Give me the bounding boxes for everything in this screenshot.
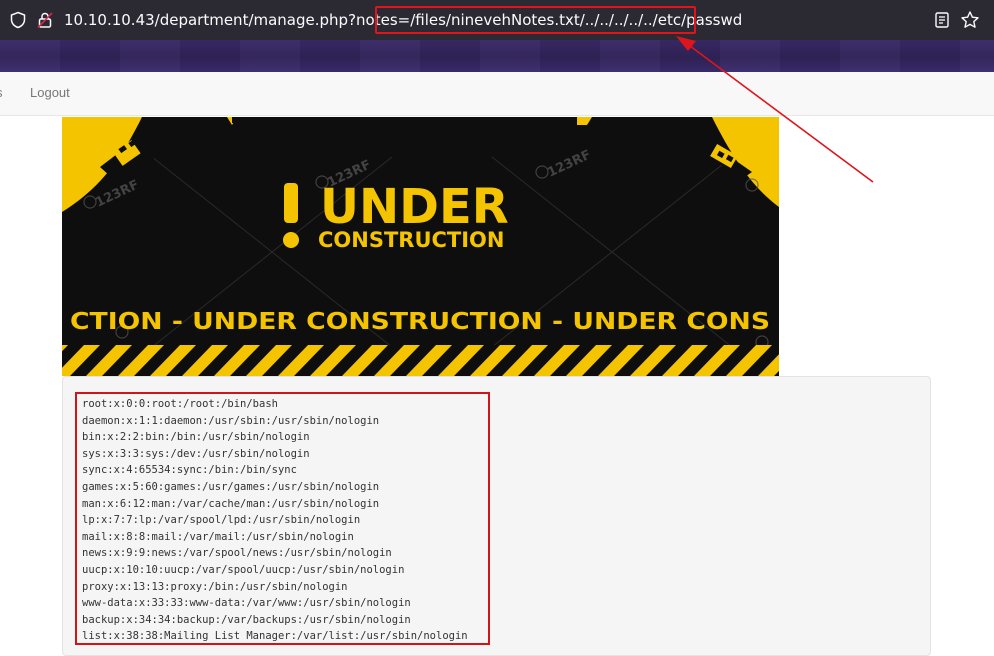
- passwd-line: sys:x:3:3:sys:/dev:/usr/sbin/nologin: [82, 447, 310, 460]
- passwd-line: proxy:x:13:13:proxy:/bin:/usr/sbin/nolog…: [82, 580, 348, 593]
- passwd-output: root:x:0:0:root:/root:/bin/bash daemon:x:…: [75, 392, 490, 645]
- passwd-line: mail:x:8:8:mail:/var/mail:/usr/sbin/nolo…: [82, 530, 354, 543]
- passwd-line: sync:x:4:65534:sync:/bin:/bin/sync: [82, 464, 297, 477]
- passwd-line: bin:x:2:2:bin:/bin:/usr/sbin/nologin: [82, 431, 310, 444]
- logout-link[interactable]: Logout: [30, 85, 70, 100]
- passwd-line: man:x:6:12:man:/var/cache/man:/usr/sbin/…: [82, 497, 380, 510]
- nav-item-fragment[interactable]: s: [0, 85, 3, 100]
- url-host: 10.10.10.43/department/manage.php?notes=: [64, 11, 411, 29]
- passwd-line: uucp:x:10:10:uucp:/var/spool/uucp:/usr/s…: [82, 563, 405, 576]
- passwd-line: lp:x:7:7:lp:/var/spool/lpd:/usr/sbin/nol…: [82, 514, 361, 527]
- banner-graphic: 123RF 123RF 123RF UNDER CONSTRUCTION CTI…: [62, 117, 779, 376]
- passwd-line: games:x:5:60:games:/usr/games:/usr/sbin/…: [82, 480, 380, 493]
- banner-ticker: CTION - UNDER CONSTRUCTION - UNDER CONS: [70, 309, 770, 335]
- passwd-line: www-data:x:33:33:www-data:/var/www:/usr/…: [82, 597, 411, 610]
- watermark-3: 123RF: [545, 148, 593, 181]
- under-construction-banner: 123RF 123RF 123RF UNDER CONSTRUCTION CTI…: [62, 117, 779, 376]
- shield-icon[interactable]: [9, 11, 27, 29]
- reader-view-icon[interactable]: [934, 11, 950, 29]
- passwd-line: list:x:38:38:Mailing List Manager:/var/l…: [82, 630, 468, 643]
- site-header-band: [0, 40, 994, 72]
- banner-subheadline: CONSTRUCTION: [318, 228, 505, 252]
- browser-url-bar[interactable]: 10.10.10.43/department/manage.php?notes=…: [0, 0, 994, 40]
- hazard-stripes: [62, 345, 779, 376]
- passwd-line: news:x:9:9:news:/var/spool/news:/usr/sbi…: [82, 547, 392, 560]
- bookmark-star-icon[interactable]: [960, 10, 980, 30]
- passwd-line: root:x:0:0:root:/root:/bin/bash: [82, 398, 278, 410]
- navbar: s Logout: [0, 72, 994, 116]
- lock-icon[interactable]: [36, 11, 54, 29]
- url-highlight-box: [375, 6, 696, 34]
- passwd-line: backup:x:34:34:backup:/var/backups:/usr/…: [82, 613, 411, 626]
- banner-headline: UNDER: [320, 179, 509, 235]
- passwd-line: daemon:x:1:1:daemon:/usr/sbin:/usr/sbin/…: [82, 414, 380, 427]
